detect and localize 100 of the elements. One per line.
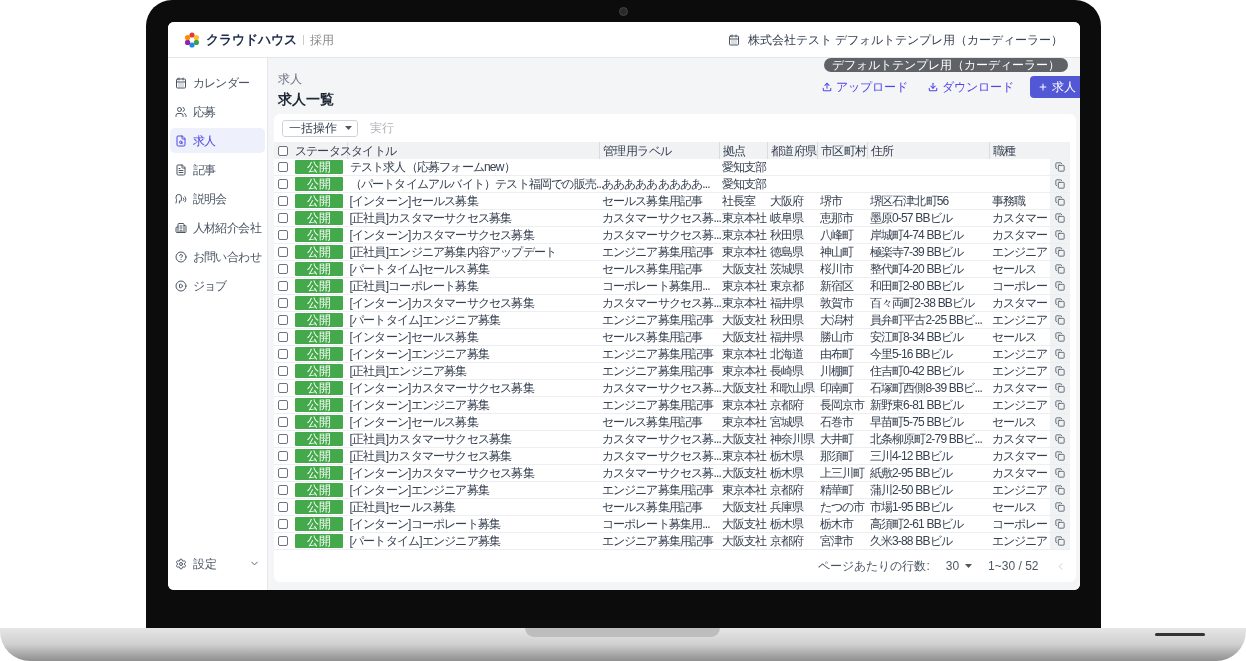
checkbox[interactable] — [277, 400, 288, 410]
column-header[interactable]: 市区町村 — [817, 142, 868, 159]
checkbox[interactable] — [277, 502, 288, 512]
sidebar-item[interactable]: 人材紹介会社 — [169, 215, 265, 240]
sidebar-item[interactable]: 説明会 — [169, 186, 265, 211]
status-badge: 公開 — [294, 228, 343, 242]
rows-per-page-select[interactable]: 30 — [945, 559, 973, 573]
table-cell: 京都府 — [769, 483, 804, 497]
copy-icon[interactable] — [1054, 451, 1065, 461]
status-badge: 公開 — [294, 381, 343, 395]
copy-icon[interactable] — [1054, 179, 1065, 189]
table-cell: 大阪支社 — [721, 262, 767, 276]
table-cell: 社長室 — [721, 194, 756, 208]
table-cell: [インターン]セールス募集 — [349, 194, 478, 208]
sidebar-item[interactable]: 応募 — [169, 99, 265, 124]
checkbox[interactable] — [277, 213, 288, 223]
table-cell: セールス募集用記事 — [601, 330, 703, 344]
column-header[interactable]: 職種 — [989, 142, 1050, 159]
checkbox[interactable] — [277, 451, 288, 461]
upload-button[interactable]: アップロード — [817, 76, 912, 98]
copy-icon[interactable] — [1054, 332, 1065, 342]
table-cell: カスタマーサクセス募... — [601, 381, 722, 395]
checkbox[interactable] — [277, 485, 288, 495]
settings-menu[interactable]: 設定 — [169, 551, 265, 576]
building-icon — [174, 221, 187, 234]
copy-icon[interactable] — [1054, 264, 1065, 274]
status-badge: 公開 — [294, 364, 343, 378]
checkbox[interactable] — [277, 196, 288, 206]
checkbox[interactable] — [277, 519, 288, 529]
column-header[interactable]: 管理用ラベル — [599, 142, 720, 159]
bulk-action-select[interactable]: 一括操作 — [281, 119, 358, 137]
table-cell: 極楽寺7-39 BBビル — [869, 245, 964, 259]
copy-icon[interactable] — [1054, 230, 1065, 240]
checkbox[interactable] — [277, 264, 288, 274]
create-button[interactable]: 求人 — [1029, 76, 1080, 98]
checkbox[interactable] — [277, 417, 288, 427]
checkbox[interactable] — [277, 162, 288, 172]
table-cell: 岐阜県 — [769, 211, 804, 225]
table-cell: 秋田県 — [769, 313, 804, 327]
status-badge: 公開 — [294, 160, 343, 174]
copy-icon[interactable] — [1054, 485, 1065, 495]
checkbox[interactable] — [277, 468, 288, 478]
status-badge: 公開 — [294, 517, 343, 531]
checkbox[interactable] — [277, 298, 288, 308]
logo-text: クラウドハウス — [205, 30, 297, 49]
copy-icon[interactable] — [1054, 315, 1065, 325]
sidebar-item[interactable]: 求人 — [169, 128, 265, 153]
checkbox[interactable] — [277, 434, 288, 444]
copy-icon[interactable] — [1054, 162, 1065, 172]
copy-icon[interactable] — [1054, 468, 1065, 478]
copy-icon[interactable] — [1054, 519, 1065, 529]
table-cell: 東京本社 — [721, 415, 767, 429]
copy-icon[interactable] — [1054, 298, 1065, 308]
table-cell: [パートタイム]エンジニア募集 — [349, 534, 501, 548]
status-badge: 公開 — [294, 262, 343, 276]
checkbox[interactable] — [277, 179, 288, 189]
copy-icon[interactable] — [1054, 349, 1065, 359]
checkbox[interactable] — [277, 145, 288, 156]
table-cell: エンジニア募集用記事 — [601, 483, 714, 497]
sidebar-item[interactable]: ジョブ — [169, 273, 265, 298]
sidebar-item[interactable]: お問い合わせ — [169, 244, 265, 269]
copy-icon[interactable] — [1054, 196, 1065, 206]
table-cell: 愛知支部 — [721, 160, 767, 174]
copy-icon[interactable] — [1054, 247, 1065, 257]
copy-icon[interactable] — [1054, 400, 1065, 410]
breadcrumb[interactable]: 求人 — [277, 72, 334, 86]
column-header[interactable]: 拠点 — [719, 142, 768, 159]
checkbox[interactable] — [277, 332, 288, 342]
company-name[interactable]: 株式会社テスト デフォルトテンプレ用（カーディーラー） — [748, 32, 1064, 47]
table-cell: 北海道 — [769, 347, 804, 361]
checkbox[interactable] — [277, 230, 288, 240]
table-cell: 勝山市 — [819, 330, 854, 344]
table-cell: [正社員]エンジニア募集 — [349, 364, 467, 378]
table-cell: [インターン]セールス募集 — [349, 415, 478, 429]
column-header[interactable]: 都道府県 — [767, 142, 818, 159]
checkbox[interactable] — [277, 383, 288, 393]
table-cell: 住吉町0-42 BBビル — [869, 364, 964, 378]
settings-icon — [174, 557, 187, 570]
checkbox[interactable] — [277, 366, 288, 376]
copy-icon[interactable] — [1054, 281, 1065, 291]
copy-icon[interactable] — [1054, 366, 1065, 376]
checkbox[interactable] — [277, 281, 288, 291]
download-button[interactable]: ダウンロード — [923, 76, 1018, 98]
checkbox[interactable] — [277, 315, 288, 325]
table-cell: 栃木市 — [819, 517, 854, 531]
checkbox[interactable] — [277, 349, 288, 359]
copy-icon[interactable] — [1054, 383, 1065, 393]
table-cell: 大阪支社 — [721, 330, 767, 344]
copy-icon[interactable] — [1054, 434, 1065, 444]
sidebar-item[interactable]: 記事 — [169, 157, 265, 182]
checkbox[interactable] — [277, 247, 288, 257]
column-header[interactable]: 住所 — [867, 142, 990, 159]
copy-icon[interactable] — [1054, 536, 1065, 546]
checkbox[interactable] — [277, 536, 288, 546]
copy-icon[interactable] — [1054, 502, 1065, 512]
copy-icon[interactable] — [1054, 213, 1065, 223]
sidebar-item[interactable]: カレンダー — [169, 70, 265, 95]
status-badge: 公開 — [294, 347, 343, 361]
copy-icon[interactable] — [1054, 417, 1065, 427]
table-cell: カスタマー — [991, 466, 1048, 480]
